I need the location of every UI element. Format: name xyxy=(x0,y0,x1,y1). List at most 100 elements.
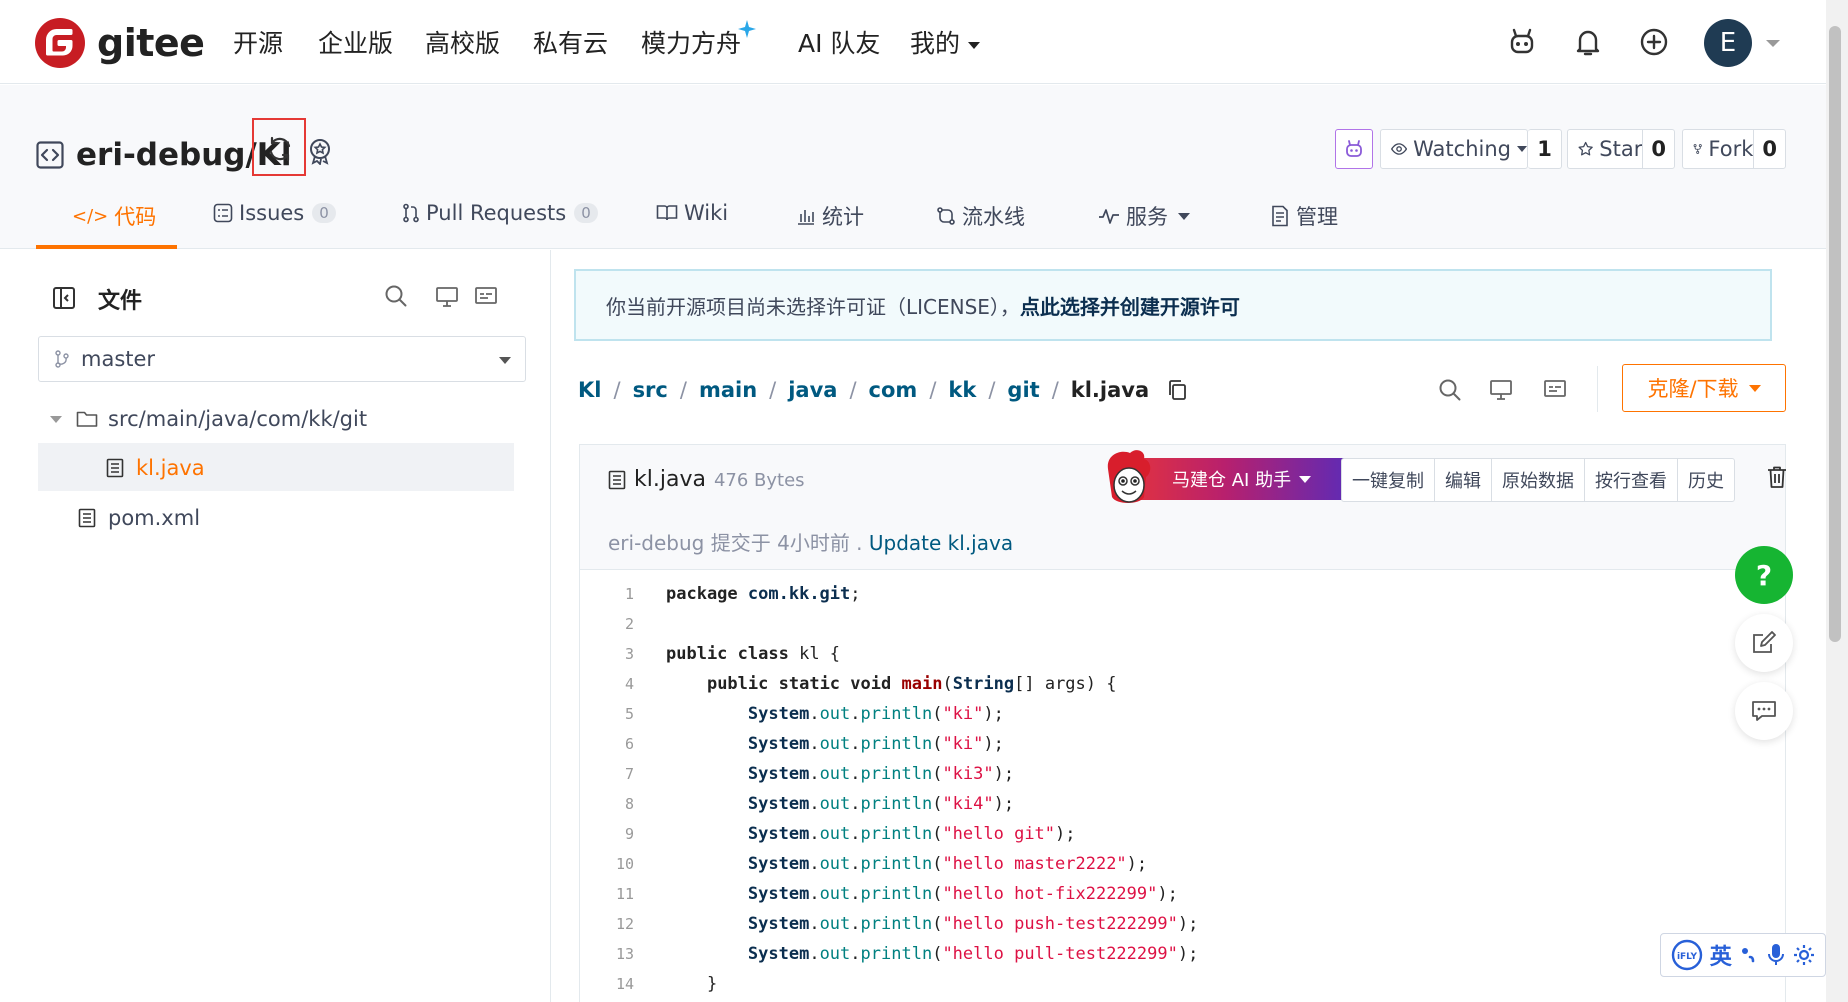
monitor-icon[interactable] xyxy=(1489,379,1513,401)
watch-button[interactable]: Watching xyxy=(1380,129,1528,169)
help-button[interactable]: ? xyxy=(1735,546,1793,604)
tab-stats[interactable]: 统计 xyxy=(796,201,864,231)
top-navbar: gitee 开源 企业版 高校版 私有云 模力方舟 AI 队友 我的 E xyxy=(0,0,1826,84)
star-button[interactable]: Star 0 xyxy=(1567,129,1675,169)
trash-icon[interactable] xyxy=(1766,465,1788,489)
tab-wiki[interactable]: Wiki xyxy=(656,201,728,225)
copy-all-button[interactable]: 一键复制 xyxy=(1342,459,1435,501)
line-number[interactable]: 6 xyxy=(580,735,634,753)
sync-button-highlight[interactable] xyxy=(252,118,306,176)
breadcrumb: Kl / src / main / java / com / kk / git / kl.ja… xyxy=(578,378,1187,402)
breadcrumb-item[interactable]: main xyxy=(699,378,757,402)
search-icon[interactable] xyxy=(1438,378,1462,402)
nav-education[interactable]: 高校版 xyxy=(425,24,500,60)
settings-icon[interactable] xyxy=(1793,944,1815,966)
punctuation-icon[interactable] xyxy=(1739,945,1759,965)
tab-code[interactable]: </> 代码 xyxy=(72,201,156,231)
book-icon xyxy=(656,205,678,221)
robot-icon[interactable] xyxy=(1506,26,1538,58)
line-number[interactable]: 5 xyxy=(580,705,634,723)
feedback-button[interactable] xyxy=(1735,614,1793,672)
tree-folder-row[interactable]: src/main/java/com/kk/git xyxy=(50,407,367,431)
comment-box-icon[interactable] xyxy=(1543,379,1567,401)
chat-bubble-icon xyxy=(1752,701,1776,721)
file-actions: 一键复制 编辑 原始数据 按行查看 历史 xyxy=(1341,458,1735,502)
line-number[interactable]: 9 xyxy=(580,825,634,843)
tab-issues[interactable]: Issues 0 xyxy=(213,201,336,225)
gitee-logo[interactable]: gitee xyxy=(35,18,205,68)
line-number[interactable]: 4 xyxy=(580,675,634,693)
clone-download-button[interactable]: 克隆/下载 xyxy=(1622,364,1786,412)
collapse-sidebar-icon[interactable] xyxy=(52,286,76,310)
branch-select[interactable]: master xyxy=(38,336,526,382)
license-link[interactable]: 点此选择并创建开源许可 xyxy=(1020,291,1240,320)
breadcrumb-item[interactable]: git xyxy=(1007,378,1039,402)
user-avatar[interactable]: E xyxy=(1704,19,1752,67)
line-number[interactable]: 12 xyxy=(580,915,634,933)
code-line: 2 xyxy=(580,609,1785,639)
watch-count[interactable]: 1 xyxy=(1528,129,1562,169)
breadcrumb-item[interactable]: kk xyxy=(948,378,976,402)
watch-count-value: 1 xyxy=(1537,137,1552,161)
code-text: System.out.println("hello pull-test22229… xyxy=(747,944,1199,964)
edit-button[interactable]: 编辑 xyxy=(1435,459,1492,501)
code-text: System.out.println("ki4"); xyxy=(747,794,1015,814)
nav-enterprise[interactable]: 企业版 xyxy=(318,24,393,60)
raw-button[interactable]: 原始数据 xyxy=(1492,459,1585,501)
chevron-down-icon xyxy=(968,41,981,49)
ai-assistant-button[interactable] xyxy=(1335,129,1373,169)
bar-chart-icon xyxy=(798,210,814,225)
nav-mine[interactable]: 我的 xyxy=(910,24,981,60)
breadcrumb-item[interactable]: java xyxy=(788,378,837,402)
pull-requests-count-badge: 0 xyxy=(574,203,598,223)
code-line: 12 System.out.println("hello push-test22… xyxy=(580,909,1785,939)
tree-file-row-pom-xml[interactable]: pom.xml xyxy=(78,506,200,530)
code-text: System.out.println("hello git"); xyxy=(747,824,1076,844)
line-number[interactable]: 13 xyxy=(580,945,634,963)
breadcrumb-item[interactable]: src xyxy=(633,378,668,402)
tab-manage[interactable]: 管理 xyxy=(1270,201,1338,231)
nav-ai-teammate[interactable]: AI 队友 xyxy=(798,24,880,60)
tab-services[interactable]: 服务 xyxy=(1098,201,1190,231)
commit-time: 提交于 4小时前 . xyxy=(710,531,863,555)
nav-open-source[interactable]: 开源 xyxy=(233,24,283,60)
line-number[interactable]: 3 xyxy=(580,645,634,663)
line-number[interactable]: 11 xyxy=(580,885,634,903)
ime-language-toggle[interactable]: 英 xyxy=(1710,939,1732,971)
ifly-logo-icon[interactable]: iFLY xyxy=(1671,939,1703,971)
commit-message-link[interactable]: Update kl.java xyxy=(869,531,1013,555)
nav-private-cloud[interactable]: 私有云 xyxy=(533,24,608,60)
active-tab-indicator xyxy=(36,245,177,249)
nav-moli-fangzhou[interactable]: 模力方舟 xyxy=(641,24,741,60)
history-button[interactable]: 历史 xyxy=(1678,459,1734,501)
commit-author[interactable]: eri-debug xyxy=(608,531,704,555)
breadcrumb-item[interactable]: com xyxy=(869,378,918,402)
microphone-icon[interactable] xyxy=(1766,943,1786,967)
issues-count-badge: 0 xyxy=(312,203,336,223)
line-number[interactable]: 10 xyxy=(580,855,634,873)
comment-box-icon[interactable] xyxy=(474,286,498,308)
breadcrumb-separator: / xyxy=(769,378,777,402)
file-viewer: kl.java 476 Bytes 马建仓 AI 助手 一键复制 编辑 原始数据… xyxy=(579,444,1786,1002)
copy-icon[interactable] xyxy=(1167,379,1187,401)
line-number[interactable]: 14 xyxy=(580,975,634,993)
breadcrumb-item[interactable]: Kl xyxy=(578,378,601,402)
line-number[interactable]: 1 xyxy=(580,585,634,603)
tree-file-row-kl-java[interactable]: kl.java xyxy=(106,456,205,480)
code-view: 1 package com.kk.git; 2 3 public class kl {4… xyxy=(580,571,1785,999)
chat-button[interactable] xyxy=(1735,682,1793,740)
monitor-icon[interactable] xyxy=(435,286,459,308)
blame-button[interactable]: 按行查看 xyxy=(1585,459,1678,501)
line-number[interactable]: 8 xyxy=(580,795,634,813)
tab-pull-requests[interactable]: Pull Requests 0 xyxy=(402,201,598,225)
scrollbar-thumb[interactable] xyxy=(1829,26,1841,642)
chevron-down-icon[interactable] xyxy=(1766,40,1780,47)
badge-award-icon[interactable] xyxy=(306,137,334,165)
tab-pipeline[interactable]: 流水线 xyxy=(936,201,1025,231)
fork-button[interactable]: Fork 0 xyxy=(1682,129,1786,169)
line-number[interactable]: 2 xyxy=(580,615,634,633)
search-icon[interactable] xyxy=(384,284,408,308)
bell-icon[interactable] xyxy=(1572,26,1604,58)
plus-circle-icon[interactable] xyxy=(1638,26,1670,58)
line-number[interactable]: 7 xyxy=(580,765,634,783)
